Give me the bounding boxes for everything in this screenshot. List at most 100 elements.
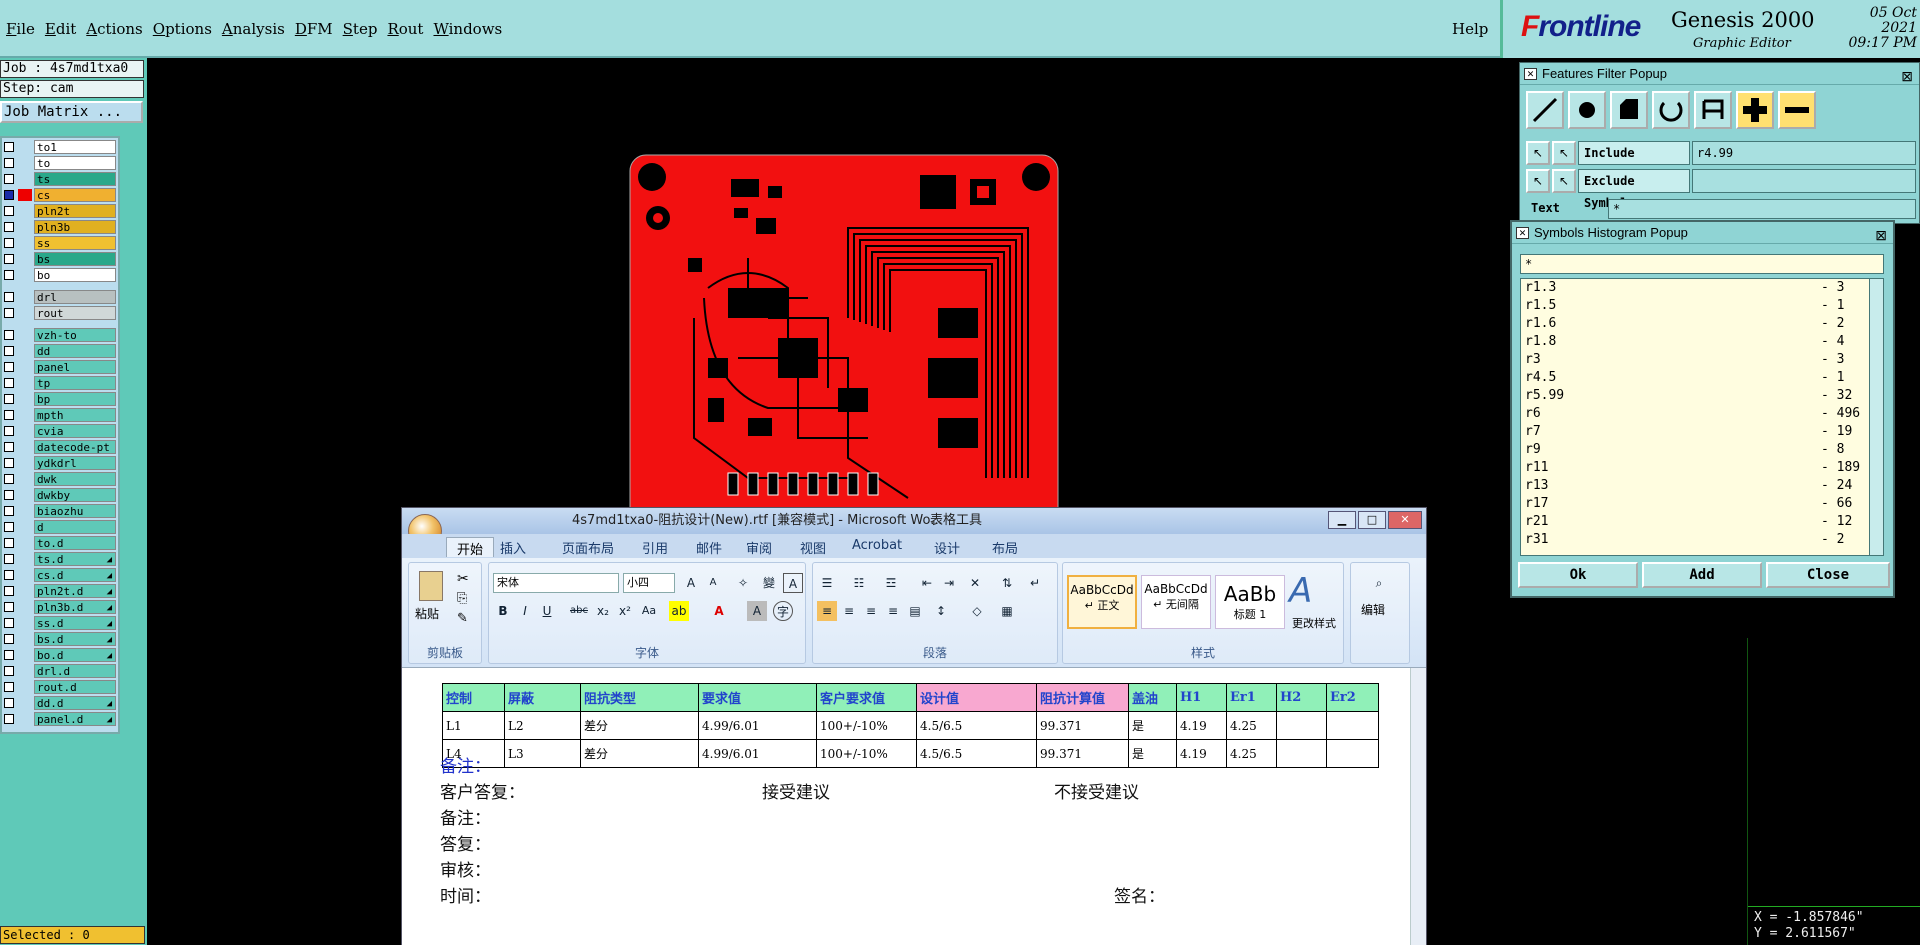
subscript-icon[interactable]: x₂ <box>593 601 613 621</box>
layer-checkbox[interactable] <box>4 650 14 660</box>
layer-name[interactable]: dwk <box>34 472 116 486</box>
layer-checkbox[interactable] <box>4 378 14 388</box>
layer-row[interactable]: dwk <box>2 472 118 486</box>
features-filter-titlebar[interactable]: ✕ Features Filter Popup ⊠ <box>1520 63 1919 85</box>
layer-row[interactable]: biaozhu <box>2 504 118 518</box>
layer-row[interactable]: mpth <box>2 408 118 422</box>
binoculars-icon[interactable]: ⌕ <box>1369 573 1389 593</box>
align-right-icon[interactable]: ≡ <box>861 601 881 621</box>
job-matrix-button[interactable]: Job Matrix ... <box>0 101 143 123</box>
histogram-row[interactable]: r31 - 2 <box>1521 531 1883 549</box>
maximize-icon[interactable]: □ <box>1358 511 1386 529</box>
layer-row[interactable]: ts <box>2 172 118 186</box>
exclude-symbols-input[interactable] <box>1692 169 1916 193</box>
layer-name[interactable]: pln2t.d ◢ <box>34 584 116 598</box>
histogram-row[interactable]: r7 - 19 <box>1521 423 1883 441</box>
table-cell[interactable]: 是 <box>1128 711 1177 740</box>
numbering-icon[interactable]: ☷ <box>849 573 869 593</box>
ribbon-tab[interactable]: 邮件 <box>696 538 722 557</box>
menu-step[interactable]: Step <box>343 20 388 38</box>
table-cell[interactable]: 是 <box>1128 739 1177 768</box>
align-left-icon[interactable]: ≡ <box>817 601 837 621</box>
histogram-scrollbar[interactable] <box>1869 279 1883 555</box>
document-scrollbar[interactable] <box>1410 668 1426 945</box>
layer-row[interactable]: panel.d ◢ <box>2 712 118 726</box>
table-cell[interactable]: 4.19 <box>1176 739 1227 768</box>
style-normal[interactable]: AaBbCcDd ↵ 正文 <box>1067 575 1137 629</box>
layer-checkbox[interactable] <box>4 602 14 612</box>
histogram-row[interactable]: r17 - 66 <box>1521 495 1883 513</box>
ribbon-tab[interactable]: 审阅 <box>746 538 772 557</box>
document-body[interactable]: 控制 屏蔽 阻抗类型 要求值 客户要求值 设计值 阻抗计算值 盖油 H1 Er1 H2 Er2 L1 L2… <box>402 668 1412 945</box>
layer-checkbox[interactable] <box>4 426 14 436</box>
table-cell[interactable]: 99.371 <box>1036 739 1129 768</box>
bullets-icon[interactable]: ☰ <box>817 573 837 593</box>
layer-name[interactable]: to.d <box>34 536 116 550</box>
layer-checkbox[interactable] <box>4 714 14 724</box>
text-tool-button[interactable] <box>1694 91 1732 129</box>
layer-checkbox[interactable] <box>4 698 14 708</box>
layer-name[interactable]: ss <box>34 236 116 250</box>
layer-name[interactable]: mpth <box>34 408 116 422</box>
layer-checkbox[interactable] <box>4 682 14 692</box>
layer-checkbox[interactable] <box>4 330 14 340</box>
italic-icon[interactable]: I <box>515 601 535 621</box>
layer-row[interactable]: drl.d <box>2 664 118 678</box>
superscript-icon[interactable]: x² <box>615 601 635 621</box>
table-cell[interactable]: 差分 <box>580 711 699 740</box>
layer-row[interactable]: ss <box>2 236 118 250</box>
histogram-row[interactable]: r9 - 8 <box>1521 441 1883 459</box>
layer-name[interactable]: bo.d ◢ <box>34 648 116 662</box>
increase-indent-icon[interactable]: ⇥ <box>939 573 959 593</box>
table-cell[interactable]: 4.19 <box>1176 711 1227 740</box>
layer-name[interactable]: dd <box>34 344 116 358</box>
layer-row[interactable]: drl <box>2 290 118 304</box>
layer-row[interactable]: pln3b <box>2 220 118 234</box>
ribbon-tab[interactable]: 开始 <box>446 537 495 558</box>
justify-icon[interactable]: ≡ <box>883 601 903 621</box>
layer-name[interactable]: drl <box>34 290 116 304</box>
layer-name[interactable]: bo <box>34 268 116 282</box>
positive-polarity-button[interactable] <box>1736 91 1774 129</box>
layer-checkbox[interactable] <box>4 506 14 516</box>
exclude-arrow-button[interactable]: ↖ <box>1526 169 1550 193</box>
layer-name[interactable]: datecode-pt <box>34 440 116 454</box>
layer-row[interactable]: rout <box>2 306 118 320</box>
sort-icon[interactable]: ⇅ <box>997 573 1017 593</box>
layer-checkbox[interactable] <box>4 586 14 596</box>
layer-row[interactable]: bo <box>2 268 118 282</box>
layer-row[interactable]: bs <box>2 252 118 266</box>
table-cell[interactable]: 差分 <box>580 739 699 768</box>
layer-checkbox[interactable] <box>4 618 14 628</box>
cut-icon[interactable]: ✂ <box>457 571 469 587</box>
layer-name[interactable]: panel <box>34 360 116 374</box>
line-spacing-icon[interactable]: ↕ <box>931 601 951 621</box>
clear-format-icon[interactable]: ✧ <box>733 573 753 593</box>
layer-name[interactable]: cs <box>34 188 116 202</box>
text-filter-input[interactable]: * <box>1608 199 1916 219</box>
change-styles-label[interactable]: 更改样式 <box>1285 615 1343 631</box>
change-case-icon[interactable]: Aa <box>639 601 659 621</box>
layer-name[interactable]: panel.d ◢ <box>34 712 116 726</box>
layer-row[interactable]: pln3b.d ◢ <box>2 600 118 614</box>
histogram-titlebar[interactable]: ✕ Symbols Histogram Popup ⊠ <box>1512 222 1893 244</box>
menu-actions[interactable]: Actions <box>86 20 152 38</box>
font-color-icon[interactable]: A <box>709 601 729 621</box>
layer-row[interactable]: ts.d ◢ <box>2 552 118 566</box>
show-marks-icon[interactable]: ↵ <box>1025 573 1045 593</box>
layer-name[interactable]: drl.d <box>34 664 116 678</box>
layer-checkbox[interactable] <box>4 362 14 372</box>
layer-name[interactable]: tp <box>34 376 116 390</box>
layer-checkbox[interactable] <box>4 394 14 404</box>
layer-checkbox[interactable] <box>4 142 14 152</box>
change-styles-icon[interactable]: A <box>1289 574 1312 608</box>
layer-name[interactable]: to1 <box>34 140 116 154</box>
layer-name[interactable]: d <box>34 520 116 534</box>
table-header-cell[interactable]: 要求值 <box>698 683 817 712</box>
grow-font-icon[interactable]: A <box>681 573 701 593</box>
asian-layout-icon[interactable]: ✕ <box>965 573 985 593</box>
format-painter-icon[interactable]: ✎ <box>457 611 468 626</box>
layer-name[interactable]: pln2t <box>34 204 116 218</box>
layer-row[interactable]: to1 <box>2 140 118 154</box>
layer-checkbox[interactable] <box>4 190 14 200</box>
